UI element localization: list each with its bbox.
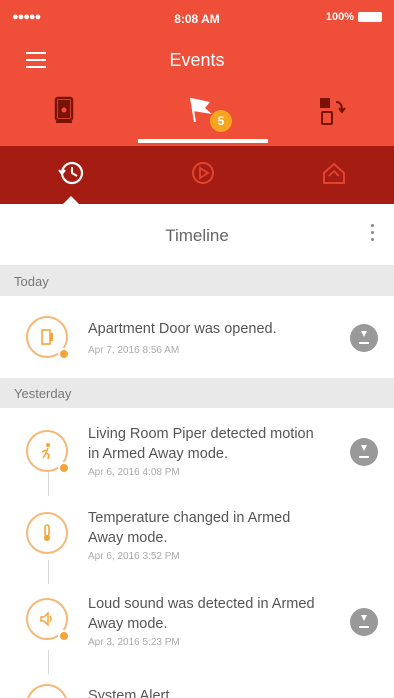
subtab-home[interactable] xyxy=(262,146,393,204)
timeline-header: Timeline xyxy=(0,204,394,266)
event-status-dot xyxy=(58,630,70,642)
events-badge: 5 xyxy=(210,110,232,132)
play-video-icon xyxy=(192,162,214,184)
list-item[interactable]: Loud sound was detected in Armed Away mo… xyxy=(0,582,394,672)
download-icon[interactable] xyxy=(350,608,378,636)
flag-icon xyxy=(190,97,212,123)
event-time: Apr 6, 2016 4:08 PM xyxy=(88,467,180,478)
door-icon xyxy=(26,316,70,360)
section-label: Today xyxy=(14,274,49,289)
page-title: Events xyxy=(169,50,225,70)
section-label: Yesterday xyxy=(14,386,72,401)
event-status-dot xyxy=(58,462,70,474)
timeline-title: Timeline xyxy=(165,226,229,245)
thermometer-icon xyxy=(26,512,68,554)
list-item[interactable]: Temperature changed in Armed Away mode. … xyxy=(0,494,394,582)
event-status-dot xyxy=(58,348,70,360)
top-tabs: 5 xyxy=(0,84,394,146)
battery-icon xyxy=(358,12,382,22)
active-subtab-caret xyxy=(63,196,79,204)
list-item[interactable]: System Alert xyxy=(0,672,394,698)
event-time: Apr 7, 2016 8:56 AM xyxy=(88,345,180,356)
event-time: Apr 6, 2016 3:52 PM xyxy=(88,551,180,562)
active-tab-indicator xyxy=(138,139,268,143)
battery-status: 100% xyxy=(326,11,382,23)
sound-icon xyxy=(26,598,70,642)
home-mode-icon xyxy=(323,162,345,184)
download-icon[interactable] xyxy=(350,324,378,352)
tab-rules[interactable] xyxy=(262,84,393,146)
tab-devices[interactable] xyxy=(0,84,131,146)
section-header-today: Today xyxy=(0,266,394,296)
section-header-yesterday: Yesterday xyxy=(0,378,394,408)
event-title: Living Room Piper detected motion in Arm… xyxy=(88,426,314,462)
motion-icon xyxy=(26,430,70,474)
event-title: Loud sound was detected in Armed Away mo… xyxy=(88,596,315,632)
nav-bar: Events xyxy=(0,36,394,84)
event-title: Temperature changed in Armed Away mode. xyxy=(88,510,291,546)
list-item[interactable]: Apartment Door was opened. Apr 7, 2016 8… xyxy=(0,296,394,378)
event-time: Apr 3, 2016 5:23 PM xyxy=(88,637,180,648)
rules-icon xyxy=(320,98,346,125)
download-icon[interactable] xyxy=(350,438,378,466)
sub-tabs xyxy=(0,146,394,204)
list-item[interactable]: Living Room Piper detected motion in Arm… xyxy=(0,408,394,494)
event-title: Apartment Door was opened. xyxy=(88,321,277,337)
more-options-icon[interactable] xyxy=(370,224,376,244)
battery-percent: 100% xyxy=(325,11,354,23)
event-title: System Alert xyxy=(88,688,170,698)
tab-events[interactable] xyxy=(131,84,262,146)
subtab-videos[interactable] xyxy=(131,146,262,204)
door-sensor-icon xyxy=(54,96,74,123)
status-bar: ●●●●● 8:08 AM 100% xyxy=(0,0,394,36)
alert-icon xyxy=(26,684,68,698)
